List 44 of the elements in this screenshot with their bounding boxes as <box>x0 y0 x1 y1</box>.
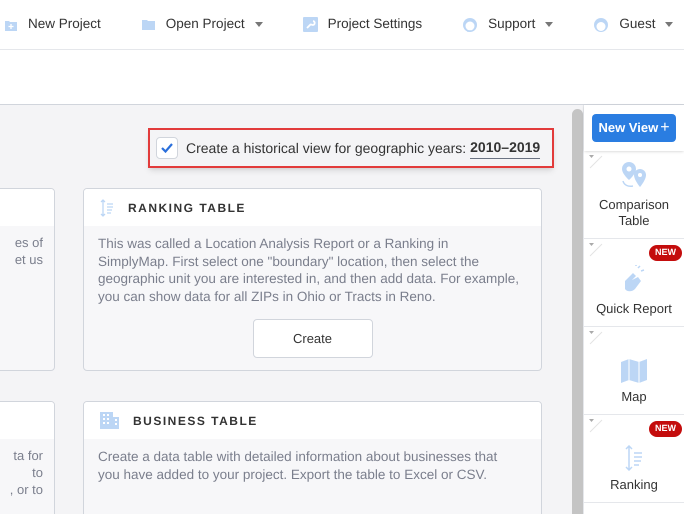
view-tile[interactable]: NEW Ranking <box>584 415 684 503</box>
view-tile[interactable]: NEW Quick Report <box>584 239 684 327</box>
view-tile[interactable]: Comparison Table <box>584 151 684 239</box>
sort-list-icon <box>100 198 114 216</box>
new-badge: NEW <box>649 421 682 436</box>
card-description: Create a data table with detailed information about businesses that you have added to your project. Export the table to Excel or CSV. <box>97 448 498 483</box>
corner-fold-icon <box>589 419 603 433</box>
create-button[interactable]: Create <box>252 319 372 358</box>
card-title: BUSINESS TABLE <box>133 412 258 430</box>
tile-label: Map <box>621 389 647 405</box>
tile-label: Ranking <box>610 477 658 493</box>
toolbar-button[interactable]: Project Settings <box>282 4 442 44</box>
folded-map-icon <box>621 359 647 383</box>
caret-icon <box>254 22 263 27</box>
new-badge: NEW <box>649 245 682 260</box>
folder-icon <box>140 18 156 31</box>
description-text: et us <box>14 251 43 268</box>
corner-fold-icon <box>589 243 603 257</box>
corner-fold-icon <box>589 155 603 169</box>
corner-fold-icon <box>589 331 603 345</box>
card-description: This was called a Location Analysis Report or a Ranking in SimplyMap. First select one "boundary" location, then select the geographic unit you are interested in, and then add data. For example, you can show data for all ZIPs in Ohio or Tracts in Reno. <box>97 235 520 305</box>
scrollbar[interactable] <box>572 109 583 514</box>
card-title: RANKING TABLE <box>128 200 246 216</box>
tile-label: Comparison Table <box>598 197 670 229</box>
description-text: ta for <box>13 447 43 464</box>
toolbar-button[interactable]: New Project <box>0 4 121 44</box>
wrench-icon <box>302 17 318 32</box>
sort-list-icon <box>625 445 643 471</box>
years-dropdown[interactable]: 2010–2019 <box>470 137 540 159</box>
view-tile[interactable]: Map <box>584 327 684 415</box>
caret-icon <box>545 22 554 27</box>
toolbar-button[interactable]: Support <box>442 4 574 44</box>
checkbox-label: Create a historical view for geographic years: <box>186 138 466 158</box>
description-text: es of <box>14 234 43 251</box>
caret-icon <box>665 22 674 27</box>
description-text: to <box>32 464 43 481</box>
checkbox[interactable] <box>156 137 178 159</box>
toolbar-button[interactable]: Open Project <box>120 4 283 44</box>
building-icon <box>100 412 119 429</box>
new-view-button[interactable]: New View+ <box>592 114 676 142</box>
description-text: , or to <box>10 481 43 498</box>
check-icon <box>161 143 173 153</box>
tile-label: Quick Report <box>596 301 672 317</box>
toolbar-button[interactable]: Guest <box>573 4 684 44</box>
